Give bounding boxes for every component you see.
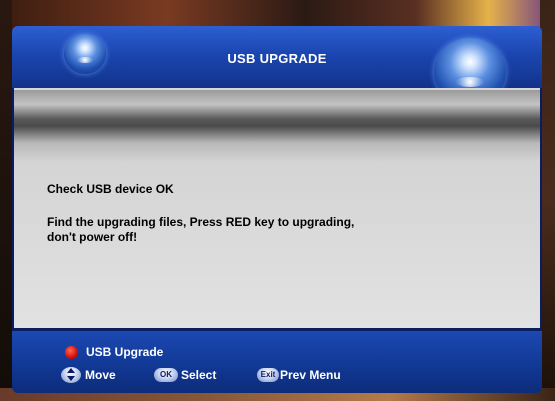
background-video-left <box>0 0 12 401</box>
dialog-header: USB UPGRADE <box>12 26 542 106</box>
up-down-arrow-icon <box>61 367 81 383</box>
usb-upgrade-dialog: USB UPGRADE Check USB device OK Find the… <box>12 26 542 393</box>
exit-key-icon: Exit <box>257 368 279 382</box>
prev-menu-hint[interactable]: Prev Menu <box>280 368 341 382</box>
usb-upgrade-action[interactable]: USB Upgrade <box>86 345 163 359</box>
red-key-icon[interactable] <box>65 346 78 359</box>
background-video-right <box>540 0 555 401</box>
ok-key-icon: OK <box>154 368 178 382</box>
key-legend-footer: USB Upgrade Move OK Select Exit Prev Men… <box>12 328 542 393</box>
select-hint: Select <box>181 368 217 382</box>
instruction-message: Find the upgrading files, Press RED key … <box>47 215 355 229</box>
status-message: Check USB device OK <box>47 182 174 196</box>
warning-message: don't power off! <box>47 230 138 244</box>
move-hint: Move <box>85 368 116 382</box>
message-area: Check USB device OK Find the upgrading f… <box>14 88 540 330</box>
